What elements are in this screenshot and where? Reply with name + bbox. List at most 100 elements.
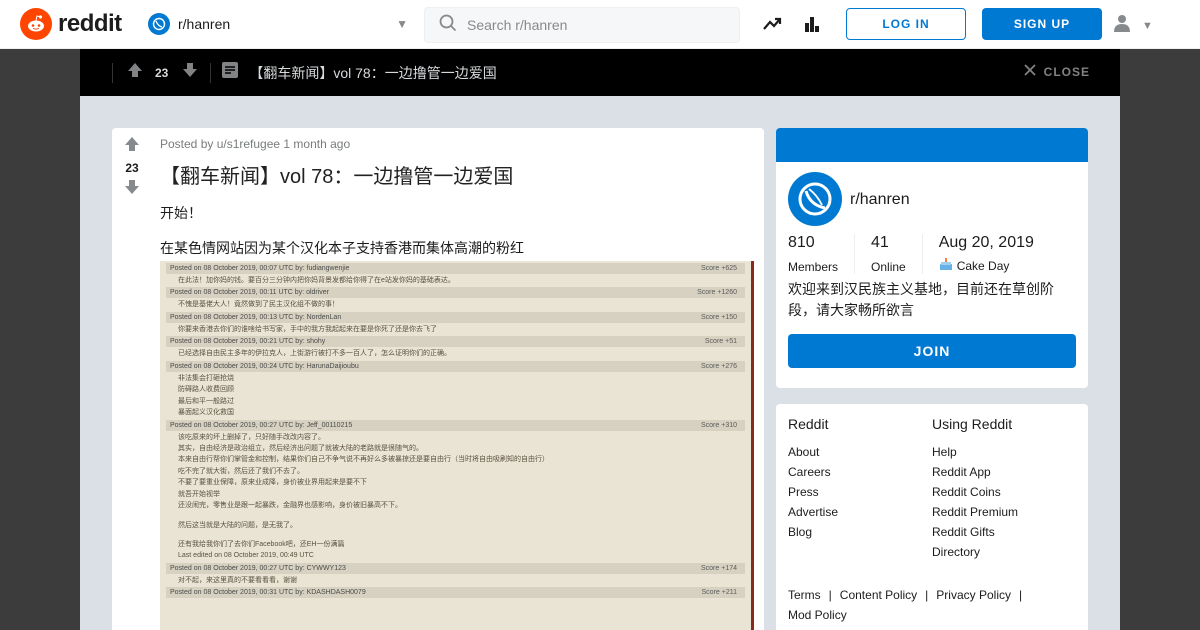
- footer-link[interactable]: Reddit Premium: [932, 502, 1018, 522]
- upvote-icon[interactable]: [124, 136, 140, 157]
- forum-post-score: Score +174: [701, 564, 737, 572]
- footer-link[interactable]: About: [788, 442, 838, 462]
- forum-post-body: 非法集会打砸抢烧: [178, 374, 234, 382]
- forum-post-body: 你要来香港去你们的谁啥给书写家，手中的我方我起起来在要是你死了还是你去飞了: [178, 325, 437, 333]
- forum-post-header: Posted on 08 October 2019, 00:07 UTC by:…: [166, 263, 745, 274]
- post-score: 23: [155, 65, 169, 80]
- snoo-icon: [20, 8, 52, 40]
- post-paragraph: 在某色情网站因为某个汉化本子支持香港而集体高潮的粉红: [160, 240, 524, 256]
- forum-post-meta: Posted on 08 October 2019, 00:27 UTC by:…: [170, 564, 346, 572]
- footer-link[interactable]: Advertise: [788, 502, 838, 522]
- forum-post-body: 最后和平一般路过: [178, 397, 234, 405]
- forum-post-body: 对不起，来这里真的不要看看看，谢谢: [178, 576, 297, 584]
- forum-post-body: 然后这当就是大陆的问题，是无我了。: [178, 521, 297, 529]
- forum-post-meta: Posted on 08 October 2019, 00:27 UTC by:…: [170, 421, 353, 429]
- user-menu[interactable]: ▼: [1112, 13, 1153, 38]
- post-meta[interactable]: Posted by u/s1refugee 1 month ago: [160, 137, 350, 151]
- forum-post-header: Posted on 08 October 2019, 00:11 UTC by:…: [166, 287, 745, 299]
- join-button[interactable]: JOIN: [788, 334, 1076, 368]
- online-count: 41: [871, 234, 889, 251]
- close-label: CLOSE: [1043, 64, 1090, 79]
- forum-post-score: Score +211: [701, 589, 737, 597]
- post-text-icon: [221, 61, 239, 84]
- downvote-icon[interactable]: [182, 62, 198, 83]
- footer-link[interactable]: Help: [932, 442, 1018, 462]
- vote-column: 23: [112, 136, 152, 200]
- footer-link[interactable]: Press: [788, 482, 838, 502]
- upvote-icon[interactable]: [127, 62, 143, 83]
- members-label: Members: [788, 260, 839, 274]
- log-in-button[interactable]: LOG IN: [846, 8, 966, 40]
- online-stat: 41 Online: [871, 234, 922, 274]
- forum-post-body: 防碍路人收费回顾: [178, 386, 234, 394]
- links-heading: Using Reddit: [932, 416, 1013, 432]
- stats-icon[interactable]: [800, 12, 824, 36]
- divider: |: [1018, 588, 1023, 602]
- close-icon: [1024, 64, 1036, 79]
- forum-post-header: Posted on 08 October 2019, 00:21 UTC by:…: [166, 336, 745, 348]
- close-button[interactable]: CLOSE: [1024, 64, 1090, 79]
- post-paragraph: 开始！: [160, 205, 202, 221]
- community-title[interactable]: r/hanren: [850, 191, 910, 209]
- forum-post-meta: Posted on 08 October 2019, 00:31 UTC by:…: [170, 589, 366, 597]
- forum-post-body: 不愧是基佬大人！竟然做到了民主汉化组不做的事！: [178, 301, 339, 309]
- community-selector[interactable]: r/hanren ▼: [148, 8, 408, 40]
- search-icon: [439, 14, 457, 37]
- forum-post-header: Posted on 08 October 2019, 00:24 UTC by:…: [166, 360, 745, 372]
- footer-links-card: Reddit About Careers Press Advertise Blo…: [776, 404, 1088, 630]
- members-count: 810: [788, 234, 815, 251]
- search-bar[interactable]: [424, 7, 740, 43]
- overlay-backdrop-left[interactable]: [0, 49, 80, 630]
- mod-policy-link[interactable]: Mod Policy: [788, 608, 847, 622]
- forum-post-body: [178, 513, 733, 519]
- forum-post-score: Score +51: [704, 338, 737, 346]
- links-column-reddit: Reddit About Careers Press Advertise Blo…: [788, 416, 838, 542]
- forum-post-meta: Posted on 08 October 2019, 00:07 UTC by:…: [170, 265, 350, 272]
- reddit-logo[interactable]: reddit: [20, 8, 122, 40]
- forum-post-score: Score +276: [701, 362, 737, 370]
- footer-link[interactable]: Reddit App: [932, 462, 1018, 482]
- post-title: 【翻车新闻】vol 78：一边撸管一边爱国: [160, 166, 514, 188]
- downvote-icon[interactable]: [124, 179, 140, 200]
- about-community-card: r/hanren 810 Members 41 Online Aug 20, 2…: [776, 128, 1088, 388]
- community-avatar-icon: [788, 172, 842, 226]
- forum-post-body: 还没闹完，零售业是跟一起暴跌，金融界也感影响，身价被旧暴高不下。: [178, 502, 402, 510]
- post-overlay-bar: 23 【翻车新闻】vol 78：一边撸管一边爱国 CLOSE: [80, 49, 1120, 96]
- overlay-backdrop-right[interactable]: [1120, 49, 1200, 630]
- post-card: 23 Posted by u/s1refugee 1 month ago 【翻车…: [112, 128, 764, 630]
- search-input[interactable]: [467, 17, 717, 33]
- footer-link[interactable]: Careers: [788, 462, 838, 482]
- cake-day-date: Aug 20, 2019: [938, 234, 1034, 251]
- overlay-post-title: 【翻车新闻】vol 78：一边撸管一边爱国: [249, 64, 497, 81]
- cake-icon: [939, 257, 953, 274]
- forum-post-score: Score +310: [701, 421, 737, 429]
- forum-post-header: Posted on 08 October 2019, 00:27 UTC by:…: [166, 562, 745, 574]
- vote-score: 23: [125, 161, 139, 175]
- privacy-policy-link[interactable]: Privacy Policy: [936, 588, 1011, 602]
- content-policy-link[interactable]: Content Policy: [840, 588, 917, 602]
- forum-post-body: 该吃原来的坏上删掉了，只好随手改改内容了。: [178, 433, 325, 441]
- sign-up-button[interactable]: SIGN UP: [982, 8, 1102, 40]
- forum-post-score: Score +1260: [697, 289, 737, 297]
- links-heading: Reddit: [788, 416, 829, 432]
- cake-day-stat: Aug 20, 2019 Cake Day: [939, 234, 1050, 274]
- community-banner: [776, 128, 1088, 162]
- footer-link[interactable]: Blog: [788, 522, 838, 542]
- divider: |: [925, 588, 929, 602]
- embedded-forum-screenshot: Posted on 08 October 2019, 00:07 UTC by:…: [160, 261, 754, 630]
- terms-link[interactable]: Terms: [788, 588, 821, 602]
- footer-link[interactable]: Reddit Gifts: [932, 522, 1018, 542]
- footer-link[interactable]: Reddit Coins: [932, 482, 1018, 502]
- members-stat: 810 Members: [788, 234, 854, 274]
- forum-post-meta: Posted on 08 October 2019, 00:11 UTC by:…: [170, 289, 330, 297]
- forum-post-header: Posted on 08 October 2019, 00:31 UTC by:…: [166, 587, 745, 599]
- forum-post-body: 本来自由行帮你们掌管金和控制，结果你们自己不争气说不再好么多被暴掠还是要自由行（…: [178, 456, 549, 464]
- trending-icon[interactable]: [760, 12, 784, 36]
- forum-post-body: 已经选择自由民主多年的伊拉克人，上街游行被打不多一百人了，怎么证明你们的正确。: [178, 350, 451, 358]
- community-name: r/hanren: [178, 16, 231, 32]
- forum-post-score: Score +150: [701, 313, 737, 321]
- footer-link[interactable]: Directory: [932, 542, 1018, 562]
- community-icon: [148, 13, 170, 35]
- forum-post-meta: Posted on 08 October 2019, 00:21 UTC by:…: [170, 338, 326, 346]
- forum-post-body: 其实，自由经济是政治组立，然后经济出问题了就被大陆的老路就是很随气的。: [178, 444, 423, 452]
